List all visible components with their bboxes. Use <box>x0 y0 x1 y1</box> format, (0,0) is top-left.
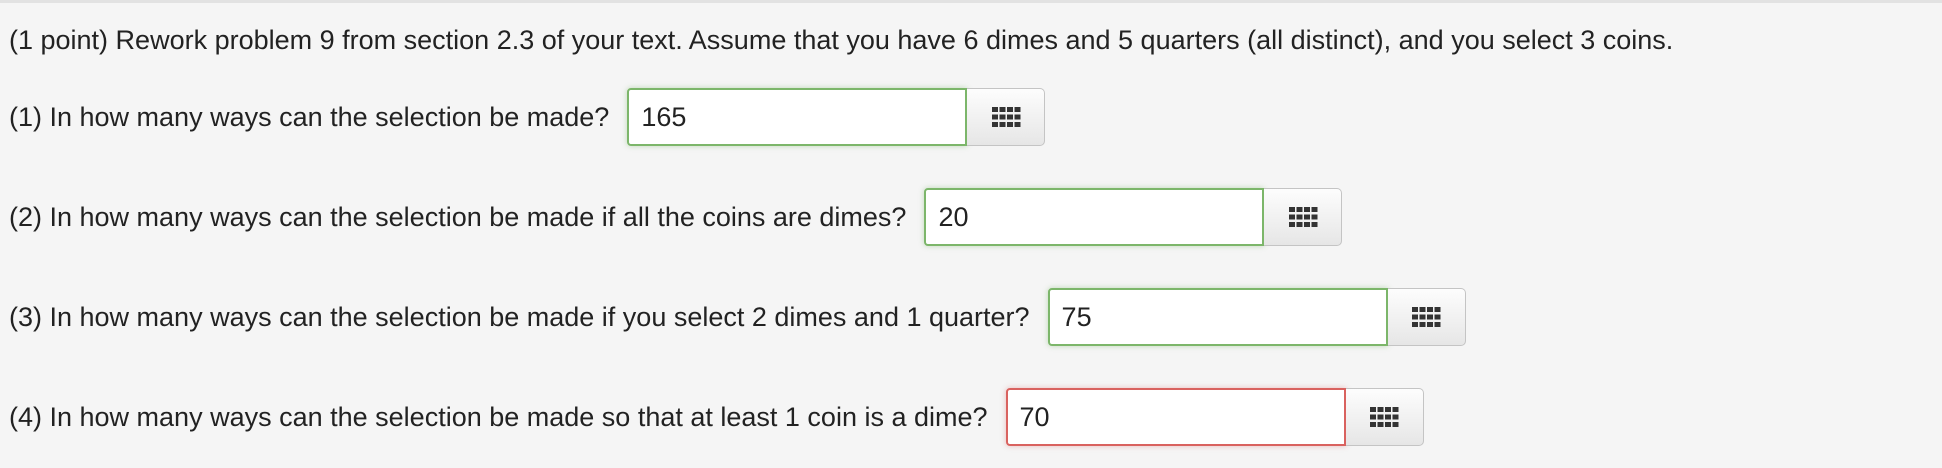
problem-intro: (1 point) Rework problem 9 from section … <box>9 25 1674 55</box>
question-1: (1) In how many ways can the selection b… <box>9 88 1046 146</box>
answer-group-1 <box>627 88 1046 146</box>
question-2-label: (2) In how many ways can the selection b… <box>9 202 907 232</box>
answer-group-4 <box>1005 388 1424 446</box>
answer-group-3 <box>1047 288 1466 346</box>
top-divider <box>0 0 1942 3</box>
keypad-icon <box>1412 307 1441 327</box>
answer-input-2[interactable] <box>924 188 1265 246</box>
keypad-icon <box>1370 407 1399 427</box>
answer-input-4[interactable] <box>1005 388 1346 446</box>
question-1-label: (1) In how many ways can the selection b… <box>9 102 610 132</box>
question-3-label: (3) In how many ways can the selection b… <box>9 302 1030 332</box>
answer-input-3[interactable] <box>1047 288 1388 346</box>
keypad-button-1[interactable] <box>967 88 1046 146</box>
question-4: (4) In how many ways can the selection b… <box>9 388 1424 446</box>
question-4-label: (4) In how many ways can the selection b… <box>9 402 988 432</box>
answer-input-1[interactable] <box>627 88 968 146</box>
question-2: (2) In how many ways can the selection b… <box>9 188 1343 246</box>
question-3: (3) In how many ways can the selection b… <box>9 288 1466 346</box>
keypad-icon <box>991 107 1021 127</box>
keypad-button-4[interactable] <box>1345 388 1424 446</box>
keypad-button-2[interactable] <box>1264 188 1343 246</box>
keypad-icon <box>1288 207 1318 227</box>
answer-group-2 <box>924 188 1343 246</box>
keypad-button-3[interactable] <box>1387 288 1466 346</box>
